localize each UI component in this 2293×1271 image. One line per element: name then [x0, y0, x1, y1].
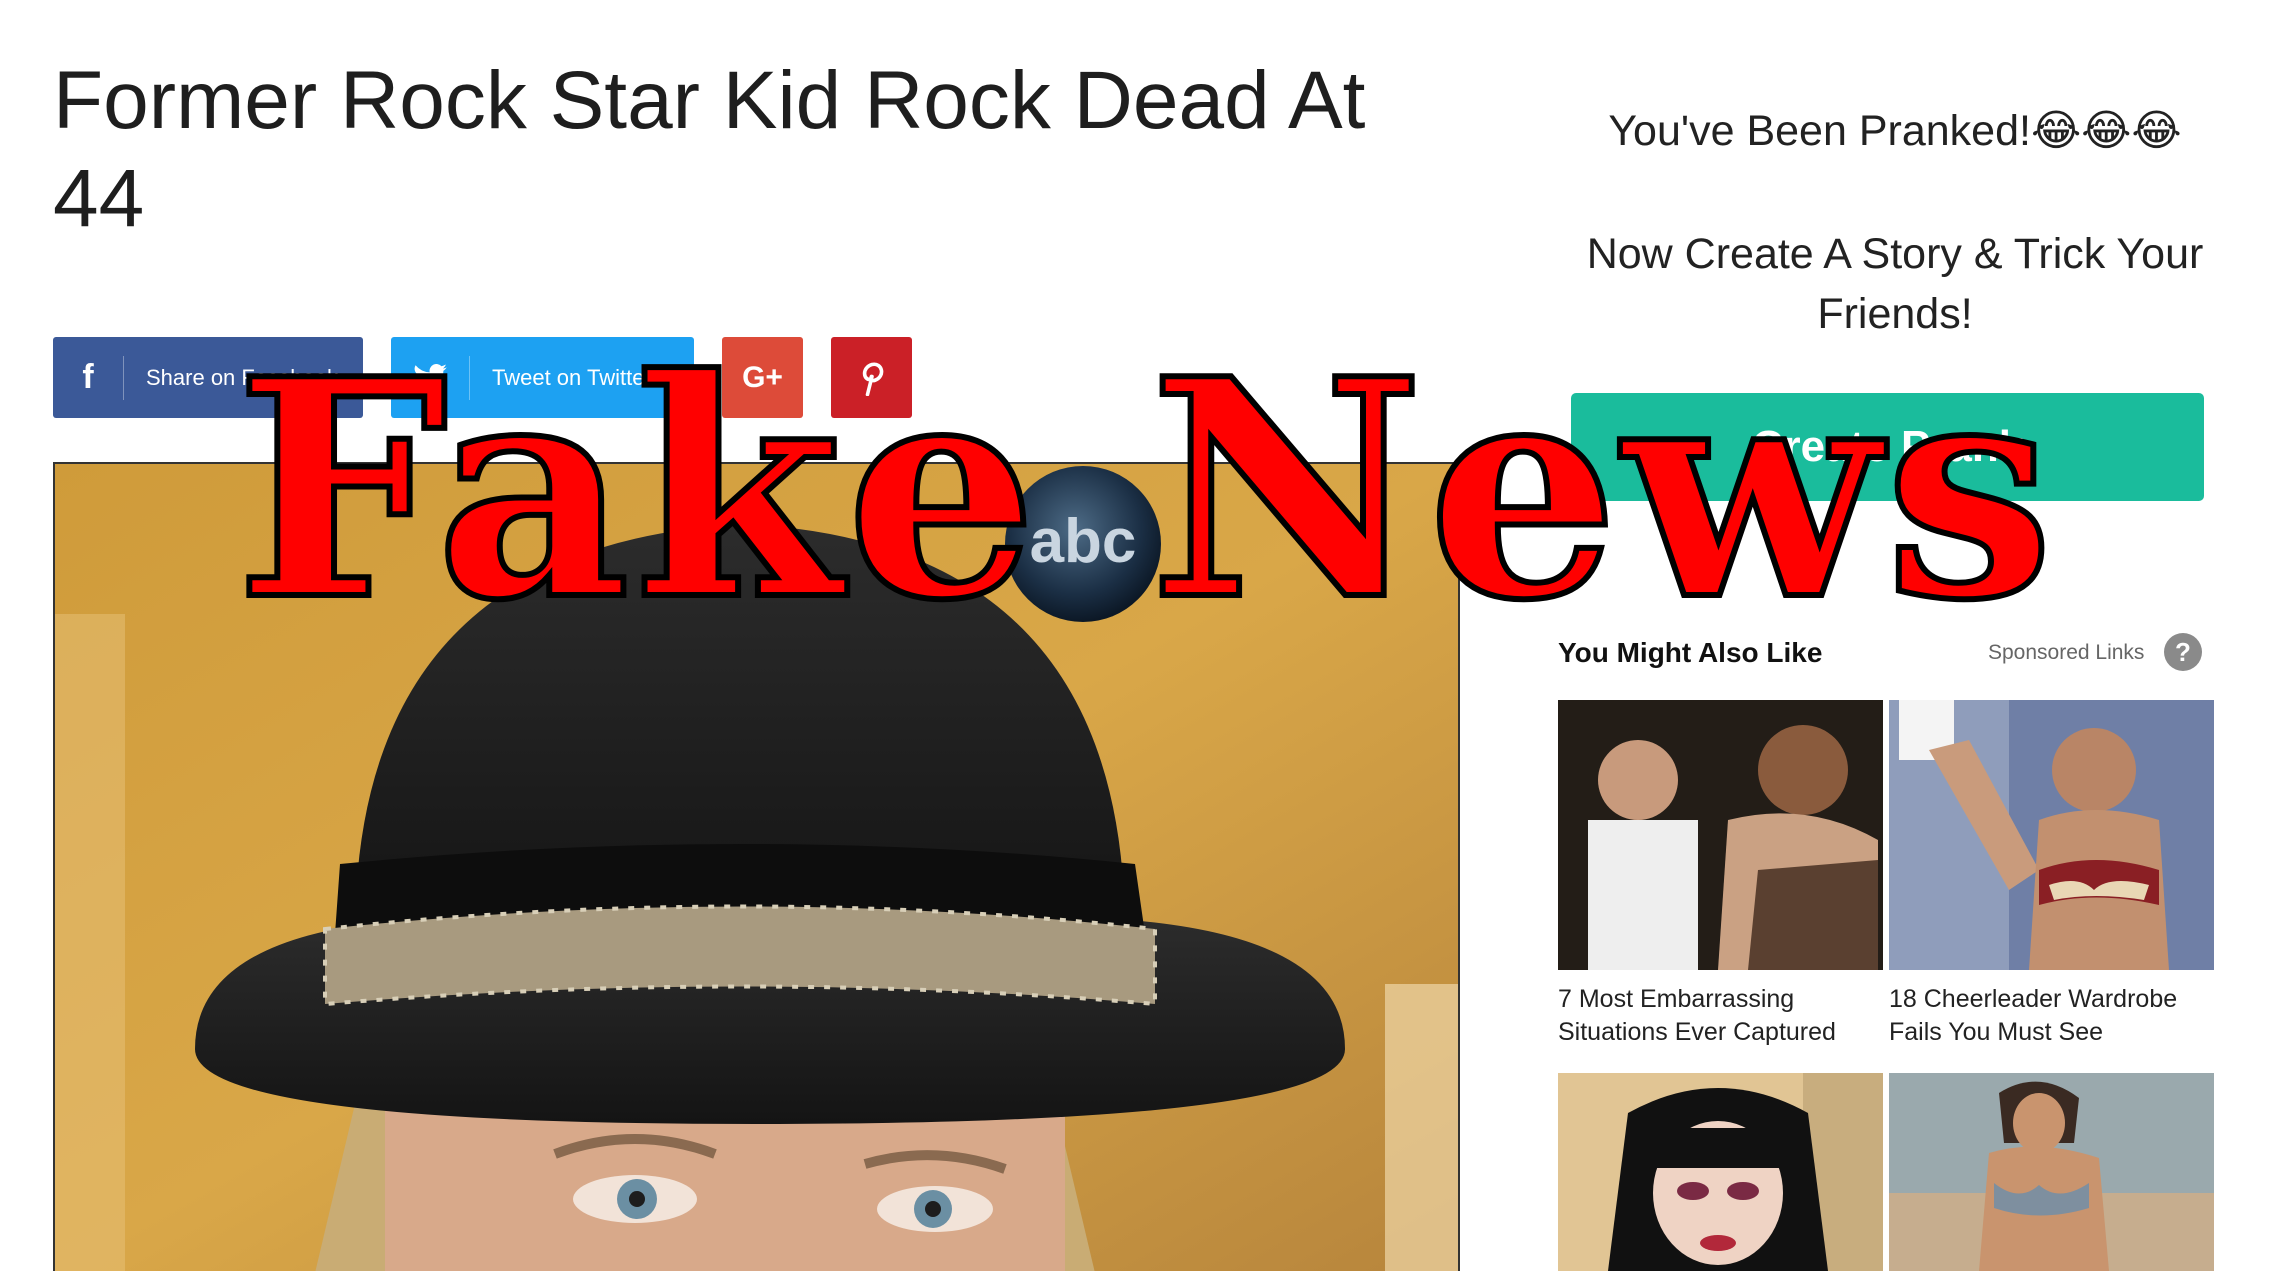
sponsored-caption-1[interactable]: 7 Most Embarrassing Situations Ever Capt…	[1558, 983, 1878, 1049]
sponsored-thumbnail-4[interactable]	[1889, 1073, 2214, 1271]
sponsored-thumbnail-1[interactable]	[1558, 700, 1883, 970]
thumbnail-image	[1558, 1073, 1883, 1271]
article-title: Former Rock Star Kid Rock Dead At 44	[53, 55, 1366, 244]
fake-news-stamp: Fake News	[232, 313, 2058, 666]
pranked-message: You've Been Pranked!😂😂😂	[1608, 107, 2182, 155]
thumbnail-image	[1889, 1073, 2214, 1271]
sponsored-thumbnail-2[interactable]	[1889, 700, 2214, 970]
thumbnail-image	[1889, 700, 2214, 970]
sponsored-thumbnail-3[interactable]	[1558, 1073, 1883, 1271]
thumbnail-image	[1558, 700, 1883, 970]
sponsored-caption-2[interactable]: 18 Cheerleader Wardrobe Fails You Must S…	[1889, 983, 2209, 1049]
